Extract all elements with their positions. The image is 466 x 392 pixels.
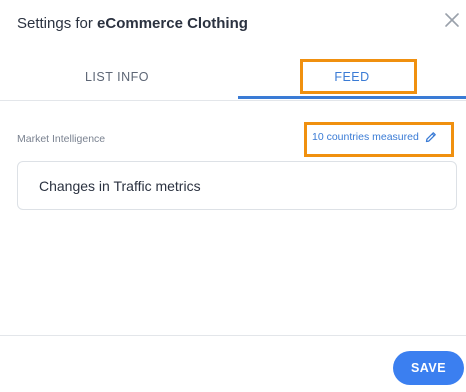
tab-list-info[interactable]: LIST INFO [0, 56, 234, 98]
dialog-title-name: eCommerce Clothing [97, 15, 248, 32]
metric-card-label: Changes in Traffic metrics [39, 177, 201, 194]
settings-dialog: Settings for eCommerce Clothing LIST INF… [0, 0, 466, 392]
countries-measured-text: 10 countries measured [312, 131, 419, 143]
save-button[interactable]: SAVE [393, 351, 464, 385]
footer-divider [0, 335, 466, 336]
countries-measured-link[interactable]: 10 countries measured [312, 131, 437, 143]
dialog-title-prefix: Settings for [17, 15, 98, 32]
dialog-title: Settings for eCommerce Clothing [17, 14, 248, 34]
market-intelligence-label: Market Intelligence [17, 133, 106, 145]
active-tab-indicator [238, 96, 466, 99]
metric-card-traffic[interactable]: Changes in Traffic metrics [17, 161, 457, 210]
tab-bar: LIST INFO FEED [0, 56, 466, 101]
pencil-icon [425, 132, 436, 143]
tab-feed[interactable]: FEED [238, 56, 466, 98]
close-button[interactable] [443, 11, 461, 29]
close-icon [445, 13, 459, 27]
